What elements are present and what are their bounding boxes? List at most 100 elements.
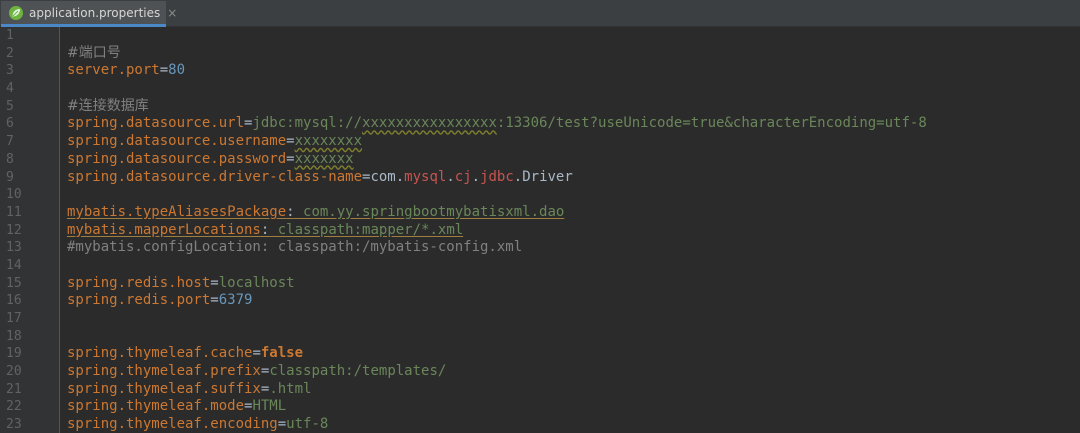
line-number: 11 (6, 204, 22, 220)
code-line[interactable]: 14 (0, 257, 1080, 275)
line-number: 8 (6, 151, 14, 167)
close-icon[interactable]: × (167, 6, 177, 20)
code-token: xxxxxxx (294, 150, 354, 167)
code-token: .Driver (513, 168, 573, 185)
code-line[interactable]: 19 spring.thymeleaf.cache=false (0, 345, 1080, 363)
code-token: spring.datasource.password (67, 150, 287, 167)
code-line[interactable]: 18 (0, 328, 1080, 346)
code-token: = (277, 416, 287, 433)
code-lines: 1 2 #端口号 3 server.port=80 4 5 #连接数据库 6 spring.dat… (0, 27, 1080, 433)
code-token: = (286, 150, 295, 167)
code-token: : (286, 203, 295, 220)
line-number: 23 (6, 417, 22, 433)
line-code: #端口号 (67, 45, 121, 63)
code-line[interactable]: 3 server.port=80 (0, 62, 1080, 80)
line-code: spring.thymeleaf.mode=HTML (67, 398, 286, 416)
line-number: 6 (6, 116, 14, 132)
line-code: spring.datasource.username=xxxxxxxx (67, 133, 362, 151)
code-token: com.yy.springbootmybatisxml.dao (294, 203, 565, 220)
code-token: com. (370, 168, 405, 185)
line-number: 10 (6, 187, 22, 203)
code-token: spring.datasource.driver-class-name (67, 168, 363, 185)
line-code: server.port=80 (67, 62, 185, 80)
code-token: xxxxxxxx (294, 133, 363, 150)
line-number: 9 (6, 169, 14, 185)
line-code: mybatis.mapperLocations: classpath:mappe… (67, 222, 463, 240)
code-line[interactable]: 23 spring.thymeleaf.encoding=utf-8 (0, 416, 1080, 433)
code-line[interactable]: 5 #连接数据库 (0, 98, 1080, 116)
tab-application-properties[interactable]: application.properties × (1, 1, 177, 27)
code-line[interactable]: 21 spring.thymeleaf.suffix=.html (0, 381, 1080, 399)
code-line[interactable]: 10 (0, 186, 1080, 204)
line-number: 18 (6, 328, 22, 344)
code-token: jdbc:mysql:// (252, 115, 363, 132)
line-number: 12 (6, 222, 22, 238)
code-token: = (210, 274, 219, 291)
code-token: 80 (168, 62, 186, 79)
code-line[interactable]: 13 #mybatis.configLocation: classpath:/my… (0, 239, 1080, 257)
line-code: spring.thymeleaf.prefix=classpath:/templ… (67, 363, 446, 381)
line-number: 2 (6, 45, 14, 61)
line-code: spring.datasource.url=jdbc:mysql://xxxxx… (67, 115, 927, 133)
code-token: = (159, 62, 169, 79)
code-line[interactable]: 9 spring.datasource.driver-class-name=com… (0, 169, 1080, 187)
code-token: #连接数据库 (67, 97, 149, 114)
code-token: = (210, 292, 219, 309)
code-token: cj (454, 168, 472, 185)
code-token: utf-8 (286, 416, 329, 433)
code-token: spring.thymeleaf.prefix (67, 363, 261, 380)
code-token: .html (269, 380, 312, 397)
code-token: classpath:/templates/ (269, 363, 447, 380)
code-line[interactable]: 22 spring.thymeleaf.mode=HTML (0, 398, 1080, 416)
code-token: mybatis.mapperLocations (67, 221, 261, 238)
code-line[interactable]: 7 spring.datasource.username=xxxxxxxx (0, 133, 1080, 151)
code-editor[interactable]: 1 2 #端口号 3 server.port=80 4 5 #连接数据库 6 spring.dat… (0, 27, 1080, 433)
line-code: mybatis.typeAliasesPackage: com.yy.sprin… (67, 204, 564, 222)
line-number: 16 (6, 293, 22, 309)
line-code: spring.datasource.password=xxxxxxx (67, 151, 354, 169)
code-token: spring.thymeleaf.cache (67, 345, 253, 362)
code-line[interactable]: 4 (0, 80, 1080, 98)
code-token: spring.thymeleaf.encoding (67, 416, 278, 433)
code-token: 6379 (218, 292, 253, 309)
line-number: 13 (6, 240, 22, 256)
code-token: HTML (252, 398, 287, 415)
code-line[interactable]: 11 mybatis.typeAliasesPackage: com.yy.spr… (0, 204, 1080, 222)
code-line[interactable]: 15 spring.redis.host=localhost (0, 275, 1080, 293)
line-number: 15 (6, 275, 22, 291)
line-number: 22 (6, 399, 22, 415)
code-token: mybatis.typeAliasesPackage (67, 203, 287, 220)
line-number: 1 (6, 28, 14, 43)
line-code: spring.thymeleaf.encoding=utf-8 (67, 416, 328, 433)
code-token: = (286, 133, 295, 150)
line-code: spring.datasource.driver-class-name=com.… (67, 169, 573, 187)
line-code: spring.redis.host=localhost (67, 275, 295, 293)
code-token: mysql (404, 168, 447, 185)
code-line[interactable]: 20 spring.thymeleaf.prefix=classpath:/tem… (0, 363, 1080, 381)
line-number: 7 (6, 134, 14, 150)
code-line[interactable]: 12 mybatis.mapperLocations: classpath:map… (0, 222, 1080, 240)
line-number: 5 (6, 98, 14, 114)
code-line[interactable]: 6 spring.datasource.url=jdbc:mysql://xxxx… (0, 115, 1080, 133)
code-line[interactable]: 16 spring.redis.port=6379 (0, 292, 1080, 310)
line-number: 3 (6, 63, 14, 79)
line-number: 4 (6, 81, 14, 97)
line-number: 17 (6, 311, 22, 326)
spring-leaf-icon (8, 5, 24, 21)
code-token: :13306/test?useUnicode=true&characterEnc… (496, 115, 927, 132)
code-token: xxxxxxxxxxxxxxxx (362, 115, 497, 132)
code-line[interactable]: 8 spring.datasource.password=xxxxxxx (0, 151, 1080, 169)
code-token: spring.redis.host (67, 274, 211, 291)
editor-tab-bar: application.properties × (0, 0, 1080, 27)
code-token: spring.datasource.username (67, 133, 287, 150)
code-token: spring.redis.port (67, 292, 211, 309)
code-token: localhost (218, 274, 295, 291)
code-line[interactable]: 17 (0, 310, 1080, 328)
code-token: spring.datasource.url (67, 115, 245, 132)
code-token: = (252, 345, 261, 362)
code-line[interactable]: 2 #端口号 (0, 45, 1080, 63)
code-line[interactable]: 1 (0, 27, 1080, 45)
line-number: 21 (6, 381, 22, 397)
line-number: 19 (6, 346, 22, 362)
line-number: 20 (6, 364, 22, 380)
